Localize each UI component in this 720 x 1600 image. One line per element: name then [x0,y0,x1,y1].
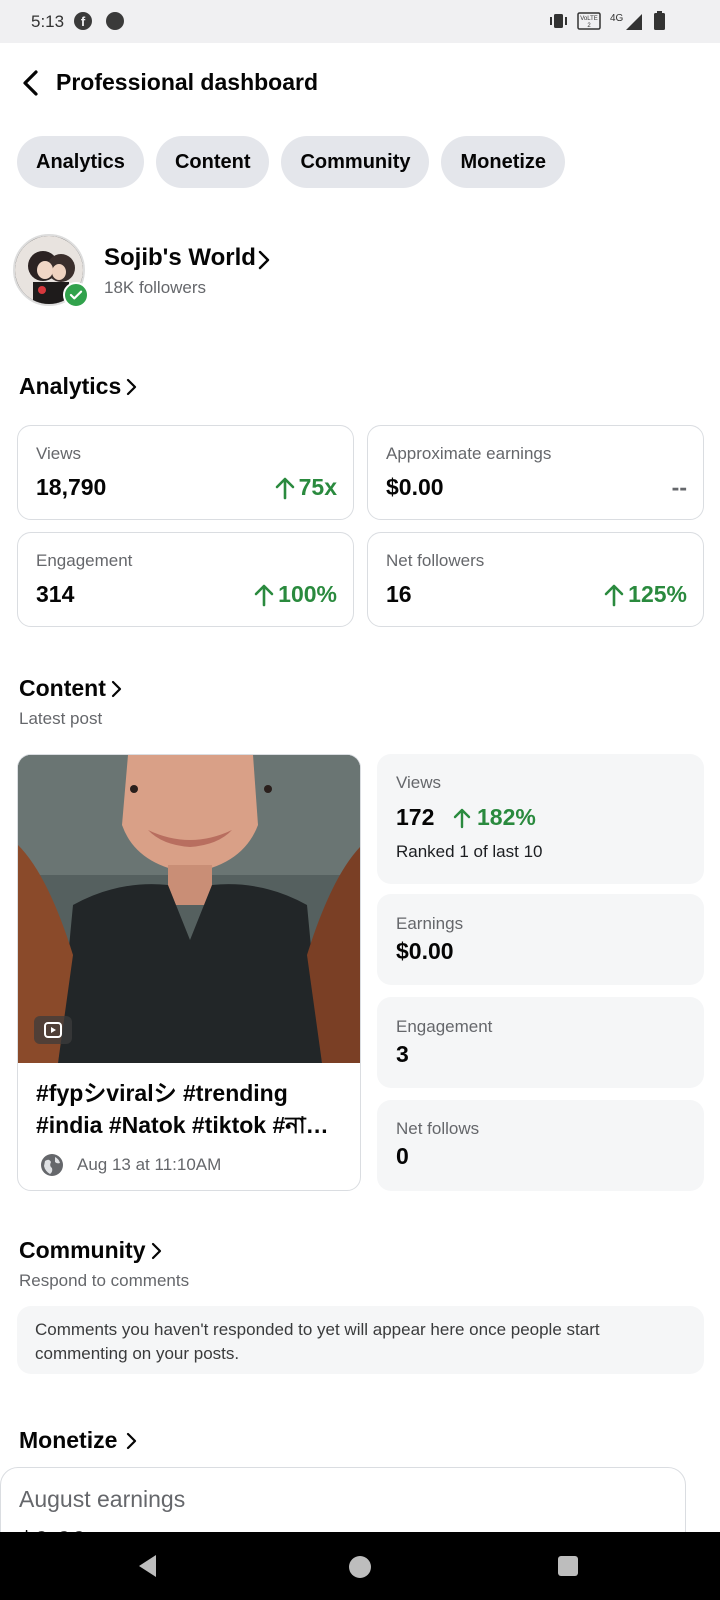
post-earnings-label: Earnings [396,914,464,933]
post-engagement-label: Engagement [396,1017,493,1036]
net-followers-trend: 125% [604,581,687,608]
views-trend-value: 75x [298,474,337,500]
latest-post-card[interactable]: #fypシviralシ #trending #india #Natok #tik… [17,754,361,1191]
post-views-value: 172 [396,804,435,830]
analytics-section-title[interactable]: Analytics [19,373,121,400]
post-earnings-tile[interactable]: Earnings $0.00 [377,894,704,985]
post-thumbnail[interactable] [18,755,360,1063]
earnings-value: $0.00 [386,474,444,500]
battery-icon [654,11,665,30]
arrow-up-icon [604,584,624,606]
views-value: 18,790 [36,474,107,500]
facebook-icon: f [74,12,92,30]
community-subtitle: Respond to comments [19,1271,190,1290]
net-followers-label: Net followers [386,551,485,570]
earnings-card[interactable]: Approximate earnings $0.00 -- [367,425,704,520]
svg-text:2: 2 [587,23,591,29]
globe-icon [41,1154,63,1176]
chip-community[interactable]: Community [281,136,430,188]
views-card[interactable]: Views 18,790 75x [17,425,354,520]
signal-icon [626,14,642,30]
post-caption-line-1: #fypシviralシ #trending [36,1080,288,1106]
post-date: Aug 13 at 11:10AM [77,1155,222,1174]
app-header: Professional dashboard [0,43,720,123]
engagement-trend-value: 100% [278,581,337,607]
nav-home-icon[interactable] [349,1556,371,1578]
post-views-trend-value: 182% [477,804,536,830]
views-trend: 75x [275,474,337,501]
svg-text:VoLTE: VoLTE [580,16,598,22]
engagement-trend: 100% [254,581,337,608]
vibrate-icon [550,14,567,28]
post-engagement-tile[interactable]: Engagement 3 [377,997,704,1088]
monetize-chevron-icon[interactable] [125,1431,139,1451]
reel-icon [34,1016,72,1044]
content-subtitle: Latest post [19,709,103,728]
community-chevron-icon[interactable] [150,1241,164,1261]
content-chevron-icon[interactable] [110,679,124,699]
post-views-tile[interactable]: Views 172 182% Ranked 1 of last 10 [377,754,704,884]
earnings-trend-value: -- [671,474,687,500]
post-caption: #fypシviralシ #trending #india #Natok #tik… [36,1077,342,1141]
status-bar: 5:13 f VoLTE 2 4G [0,0,720,43]
arrow-up-icon [275,477,294,499]
back-arrow-icon[interactable] [16,65,46,101]
nav-back-icon[interactable] [136,1553,160,1579]
monthly-earnings-label: August earnings [19,1486,186,1512]
network-type: 4G [610,13,624,24]
engagement-value: 314 [36,581,75,607]
verified-icon [63,282,89,308]
net-followers-trend-value: 125% [628,581,687,607]
community-empty-message: Comments you haven't responded to yet wi… [17,1306,704,1374]
status-time: 5:13 [31,12,65,31]
profile-chevron-icon[interactable] [256,249,272,271]
volte-icon: VoLTE 2 [577,12,601,30]
post-follows-label: Net follows [396,1119,480,1138]
community-section-title[interactable]: Community [19,1237,146,1264]
status-icons: VoLTE 2 4G [550,11,665,30]
system-nav-bar [0,1532,720,1600]
chip-analytics[interactable]: Analytics [17,136,144,188]
arrow-up-icon [254,584,274,606]
net-followers-value: 16 [386,581,412,607]
content-section-title[interactable]: Content [19,675,106,702]
engagement-label: Engagement [36,551,133,570]
section-chips: Analytics Content Community Monetize [17,136,566,188]
post-caption-line-2: #india #Natok #tiktok #না… [36,1112,329,1138]
profile-name[interactable]: Sojib's World [104,244,256,272]
monetize-section-title[interactable]: Monetize [19,1427,117,1454]
post-follows-tile[interactable]: Net follows 0 [377,1100,704,1191]
chip-content[interactable]: Content [155,136,270,188]
analytics-chevron-icon[interactable] [125,377,139,397]
post-views-label: Views [396,773,442,792]
post-earnings-value: $0.00 [396,938,454,964]
net-followers-card[interactable]: Net followers 16 125% [367,532,704,627]
page-title: Professional dashboard [56,69,319,95]
earnings-trend: -- [672,474,687,501]
post-follows-value: 0 [396,1143,409,1169]
earnings-label: Approximate earnings [386,444,552,463]
nav-recents-icon[interactable] [558,1556,578,1576]
post-engagement-value: 3 [396,1041,409,1067]
profile-followers: 18K followers [104,278,207,297]
views-label: Views [36,444,82,463]
notification-dot-icon [106,12,124,30]
arrow-up-icon [453,808,471,828]
post-views-trend: 182% [453,804,536,831]
engagement-card[interactable]: Engagement 314 100% [17,532,354,627]
chip-monetize[interactable]: Monetize [441,136,566,188]
post-views-rank: Ranked 1 of last 10 [396,842,543,861]
